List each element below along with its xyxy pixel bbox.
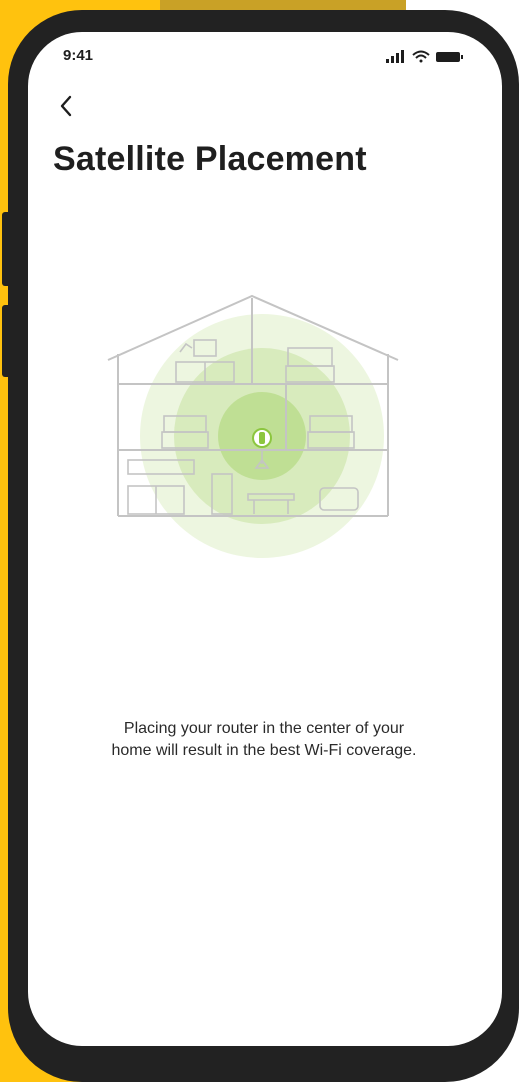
status-time: 9:41: [63, 47, 94, 64]
page-title: Satellite Placement: [53, 140, 367, 178]
battery-icon: [436, 52, 463, 62]
caption-line-1: Placing your router in the center of you…: [123, 720, 405, 737]
signal-icon: [386, 50, 404, 63]
placement-caption: Placing your router in the center of you…: [44, 718, 484, 762]
wifi-icon: [412, 50, 430, 63]
caption-line-2: home will result in the best Wi-Fi cover…: [111, 742, 417, 759]
chevron-left-icon[interactable]: [55, 92, 79, 120]
house-coverage-illustration: [107, 294, 399, 558]
status-icons: [386, 50, 463, 63]
router-icon: [252, 428, 272, 448]
